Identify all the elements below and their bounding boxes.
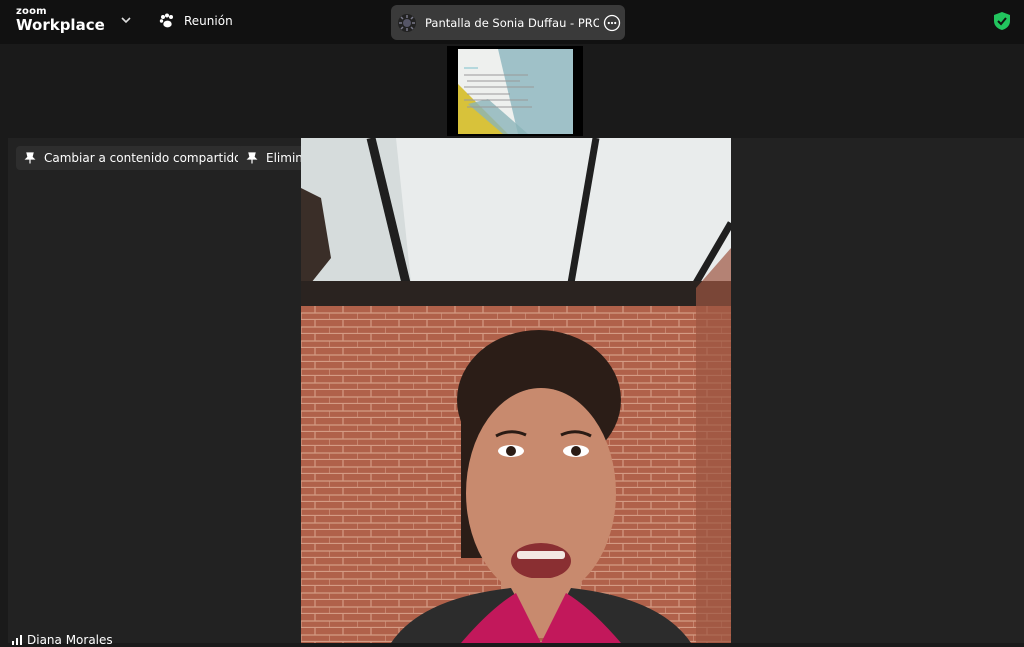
paw-icon <box>159 13 173 28</box>
app-logo: zoom Workplace <box>16 7 105 33</box>
security-shield-icon[interactable] <box>993 11 1011 31</box>
switch-to-shared-label: Cambiar a contenido compartido <box>44 151 242 165</box>
share-title-pill[interactable]: Pantalla de Sonia Duffau - PROVO <box>391 5 625 40</box>
share-title: Pantalla de Sonia Duffau - PROVO <box>425 15 599 30</box>
participant-video <box>301 138 731 643</box>
pin-icon <box>246 152 258 164</box>
logo-line2: Workplace <box>16 16 105 34</box>
meeting-button[interactable]: Reunión <box>158 12 233 30</box>
signal-icon <box>12 635 22 645</box>
participant-name-tag: Diana Morales <box>12 633 113 647</box>
video-frame <box>301 138 731 643</box>
chevron-down-icon[interactable] <box>118 12 134 28</box>
share-avatar-icon <box>398 13 416 32</box>
meeting-label: Reunión <box>184 14 233 28</box>
slide-graphic <box>458 49 573 134</box>
pin-icon <box>24 152 36 164</box>
top-bar: zoom Workplace Reunión Pantalla de Sonia… <box>0 0 1024 44</box>
slide-preview <box>458 49 573 134</box>
more-options-icon[interactable] <box>603 14 621 32</box>
switch-to-shared-button[interactable]: Cambiar a contenido compartido <box>16 146 251 170</box>
participant-name: Diana Morales <box>27 633 113 647</box>
